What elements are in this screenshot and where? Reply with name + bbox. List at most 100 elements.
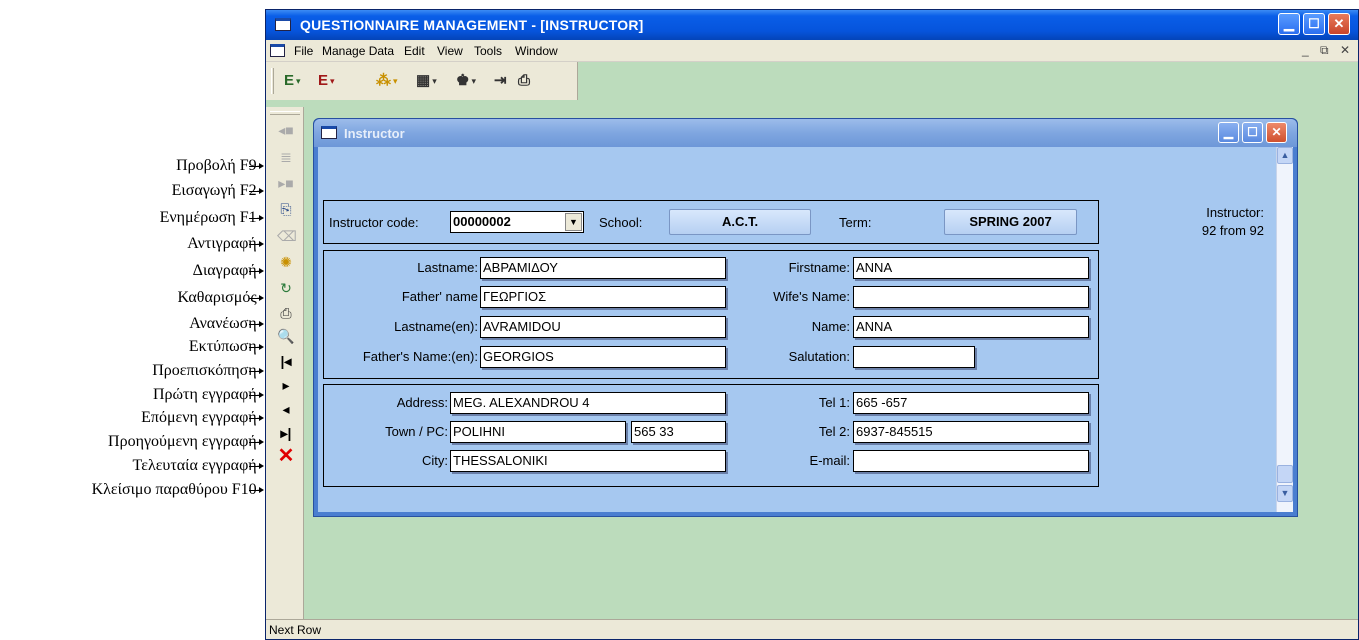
preview-icon[interactable]: 🔍 bbox=[277, 327, 295, 345]
document-icon[interactable] bbox=[270, 44, 285, 57]
edit-data-tool-icon[interactable]: E ▾ bbox=[284, 71, 301, 91]
pointer-line bbox=[249, 368, 264, 374]
school-button[interactable]: A.C.T. bbox=[669, 209, 811, 235]
next-record-icon[interactable]: ▸ bbox=[277, 376, 295, 394]
fathername-en-field[interactable]: GEORGIOS bbox=[480, 346, 726, 368]
chevron-down-icon[interactable]: ▼ bbox=[565, 213, 582, 231]
instructor-titlebar[interactable]: Instructor ▁ ☐ ✕ bbox=[314, 119, 1297, 147]
fathername-en-label: Father's Name:(en): bbox=[362, 349, 478, 364]
annotation-last-record: Τελευταία εγγραφή- bbox=[132, 457, 262, 474]
minimize-icon: ▁ bbox=[1223, 125, 1234, 139]
copy-record-icon[interactable]: ⎘ bbox=[277, 200, 295, 218]
contact-section: Address: MEG. ALEXANDROU 4 Tel 1: 665 -6… bbox=[323, 384, 1099, 487]
vertical-scrollbar[interactable]: ▲ ▼ bbox=[1276, 147, 1293, 512]
pointer-line bbox=[249, 344, 264, 350]
exit-tool-icon[interactable]: ⇥ bbox=[494, 71, 507, 91]
town-label: Town / PC: bbox=[385, 424, 448, 439]
menu-view[interactable]: View bbox=[437, 44, 463, 58]
child-close-button[interactable]: ✕ bbox=[1266, 122, 1287, 143]
salutation-label: Salutation: bbox=[788, 349, 850, 364]
delete-record-icon[interactable]: ⌫ bbox=[277, 227, 297, 245]
record-counter-label: Instructor: bbox=[1206, 205, 1264, 220]
lastname-field[interactable]: ΑΒΡΑΜΙΔΟΥ bbox=[480, 257, 726, 279]
app-window: QUESTIONNAIRE MANAGEMENT - [INSTRUCTOR] … bbox=[265, 9, 1359, 640]
fathername-field[interactable]: ΓΕΩΡΓΙΟΣ bbox=[480, 286, 726, 308]
annotation-first-record: Πρώτη εγγραφή- bbox=[152, 386, 262, 403]
query-tool-icon[interactable]: E ▾ bbox=[318, 71, 335, 91]
clear-form-icon[interactable]: ✺ bbox=[277, 253, 295, 271]
menu-file[interactable]: File bbox=[294, 44, 313, 58]
child-minimize-button[interactable]: ▁ bbox=[1218, 122, 1239, 143]
scroll-thumb[interactable] bbox=[1277, 465, 1293, 483]
header-section: Instructor code: 00000002 ▼ School: A.C.… bbox=[323, 200, 1099, 244]
annotation-update: Ενημέρωση F1- bbox=[159, 209, 262, 226]
child-maximize-button[interactable]: ☐ bbox=[1242, 122, 1263, 143]
toolbar-grip[interactable] bbox=[271, 68, 274, 94]
wifename-label: Wife's Name: bbox=[773, 289, 850, 304]
menu-manage-data[interactable]: Manage Data bbox=[322, 44, 394, 58]
instructor-window-icon bbox=[321, 126, 337, 139]
menu-edit[interactable]: Edit bbox=[404, 44, 425, 58]
mdi-restore-icon[interactable]: ⧉ bbox=[1320, 43, 1329, 58]
scroll-down-icon[interactable]: ▼ bbox=[1277, 485, 1293, 502]
menu-tools[interactable]: Tools bbox=[474, 44, 502, 58]
app-window-icon bbox=[275, 18, 291, 31]
scroll-up-icon[interactable]: ▲ bbox=[1277, 147, 1293, 164]
lastname-en-field[interactable]: AVRAMIDOU bbox=[480, 316, 726, 338]
previous-record-icon[interactable]: ◂ bbox=[277, 400, 295, 418]
first-record-icon[interactable]: |◂ bbox=[277, 352, 295, 370]
mdi-close-icon[interactable]: ✕ bbox=[1340, 43, 1350, 57]
pointer-line bbox=[249, 215, 264, 221]
record-toolbar-grip[interactable] bbox=[270, 111, 300, 115]
pointer-line bbox=[249, 295, 264, 301]
instructor-code-value: 00000002 bbox=[453, 214, 511, 229]
lastname-label: Lastname: bbox=[417, 260, 478, 275]
maximize-button[interactable]: ☐ bbox=[1303, 13, 1325, 35]
view-record-icon[interactable]: ◂■ bbox=[277, 121, 295, 139]
mdi-minimize-icon[interactable]: _ bbox=[1302, 43, 1309, 57]
status-text: Next Row bbox=[269, 623, 322, 637]
pointer-line bbox=[249, 188, 264, 194]
city-field[interactable]: THESSALONIKI bbox=[450, 450, 726, 472]
city-label: City: bbox=[422, 453, 448, 468]
annotation-preview: Προεπισκόπηση- bbox=[152, 362, 262, 379]
email-label: E-mail: bbox=[809, 453, 850, 468]
tel2-field[interactable]: 6937-845515 bbox=[853, 421, 1089, 443]
term-button[interactable]: SPRING 2007 bbox=[944, 209, 1077, 235]
firstname-field[interactable]: ΑΝΝΑ bbox=[853, 257, 1089, 279]
app-titlebar[interactable]: QUESTIONNAIRE MANAGEMENT - [INSTRUCTOR] … bbox=[266, 10, 1358, 40]
pointer-line bbox=[249, 268, 264, 274]
annotation-previous-record: Προηγούμενη εγγραφή- bbox=[108, 433, 262, 450]
close-icon: ✕ bbox=[1333, 16, 1345, 31]
minimize-button[interactable]: ▁ bbox=[1278, 13, 1300, 35]
term-label: Term: bbox=[839, 215, 872, 230]
town-field[interactable]: POLIHNI bbox=[450, 421, 626, 443]
instructor-window: Instructor ▁ ☐ ✕ Instructor code: 000000… bbox=[313, 118, 1298, 517]
close-window-icon[interactable]: ✕ bbox=[277, 446, 295, 466]
print-tool-icon[interactable]: ⎙ bbox=[518, 71, 530, 91]
refresh-icon[interactable]: ↻ bbox=[277, 279, 295, 297]
tel1-field[interactable]: 665 -657 bbox=[853, 392, 1089, 414]
email-field[interactable] bbox=[853, 450, 1089, 472]
last-record-icon[interactable]: ▸| bbox=[277, 424, 295, 442]
groups-tool-icon[interactable]: ⁂ ▾ bbox=[376, 71, 398, 91]
name-field[interactable]: ANNA bbox=[853, 316, 1089, 338]
record-counter-value: 92 from 92 bbox=[1201, 223, 1264, 238]
menu-window[interactable]: Window bbox=[515, 44, 558, 58]
menu-bar: File Manage Data Edit View Tools Window … bbox=[266, 40, 1358, 62]
users-tool-icon[interactable]: ♚ ▾ bbox=[456, 71, 476, 91]
update-record-icon[interactable]: ▸■ bbox=[277, 174, 295, 192]
instructor-code-combo[interactable]: 00000002 ▼ bbox=[450, 211, 584, 233]
postcode-field[interactable]: 565 33 bbox=[631, 421, 726, 443]
minimize-icon: ▁ bbox=[1284, 16, 1294, 31]
firstname-label: Firstname: bbox=[788, 260, 850, 275]
table-tool-icon[interactable]: ▦ ▾ bbox=[416, 71, 437, 91]
close-button[interactable]: ✕ bbox=[1328, 13, 1350, 35]
address-field[interactable]: MEG. ALEXANDROU 4 bbox=[450, 392, 726, 414]
salutation-field[interactable] bbox=[853, 346, 975, 368]
pointer-line bbox=[249, 415, 264, 421]
insert-record-icon[interactable]: ≣ bbox=[277, 148, 295, 166]
wifename-field[interactable] bbox=[853, 286, 1089, 308]
personal-section: Lastname: ΑΒΡΑΜΙΔΟΥ Firstname: ΑΝΝΑ Fath… bbox=[323, 250, 1099, 379]
print-icon[interactable]: ⎙ bbox=[277, 304, 295, 322]
